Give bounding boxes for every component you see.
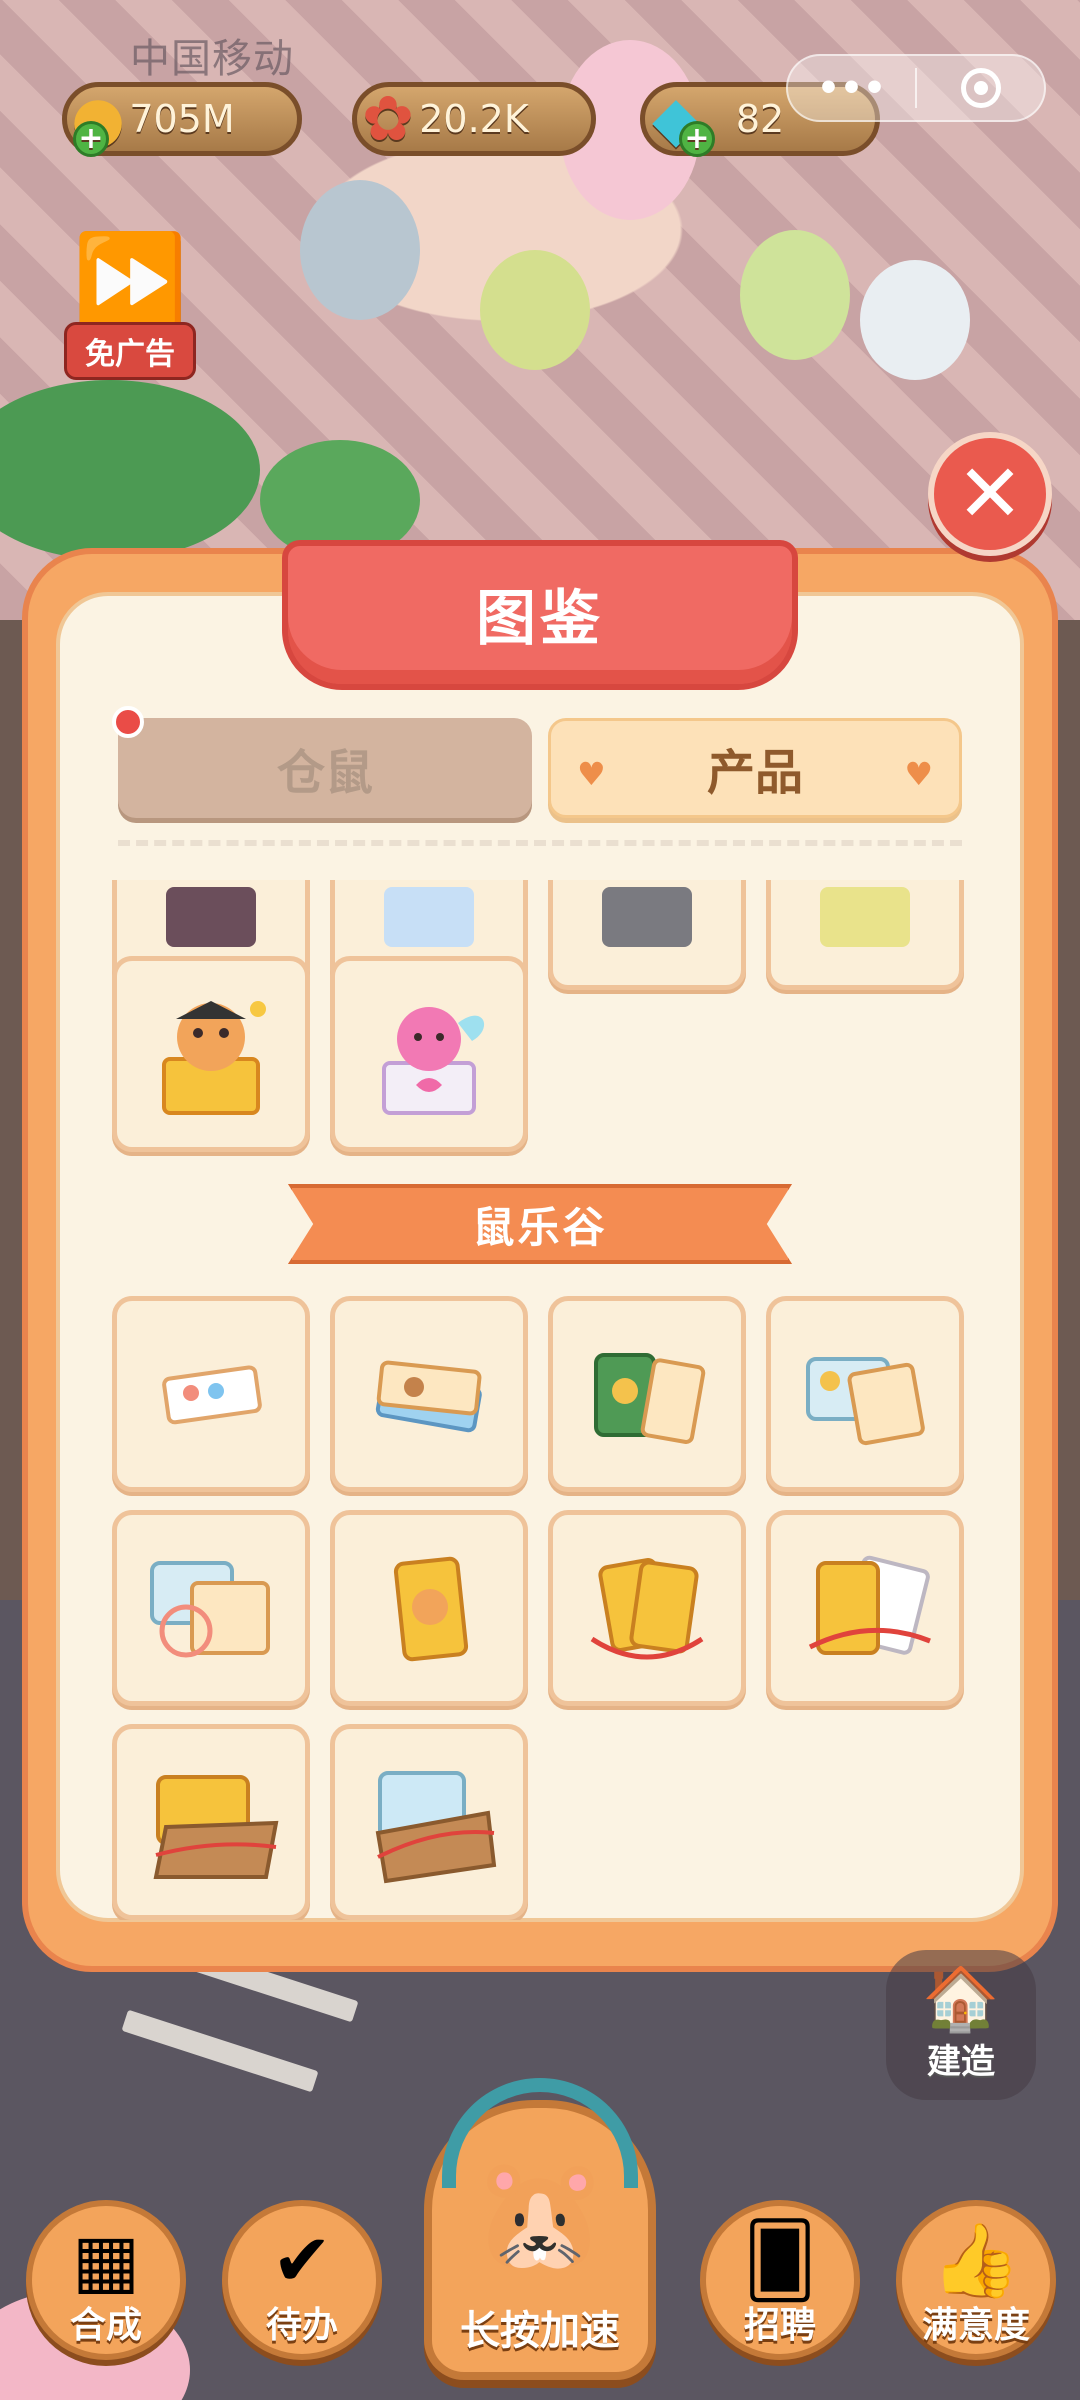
thumbs-up-icon: 👍: [931, 2218, 1021, 2302]
section-title: 鼠乐谷: [472, 1202, 608, 1252]
merge-label: 合成: [69, 2305, 142, 2346]
coin-counter[interactable]: ● + 705M: [62, 82, 302, 157]
clipboard-check-icon: ✔: [271, 2218, 333, 2302]
target-icon: [960, 68, 1001, 108]
product-card[interactable]: [766, 1510, 964, 1706]
golden-card-envelope-icon: [808, 1555, 931, 1655]
tab-product[interactable]: ♥ 产品 ♥: [548, 718, 962, 818]
product-card[interactable]: [548, 1296, 746, 1492]
heart-icon: ♥: [577, 755, 606, 793]
heart-icon: ♥: [904, 755, 933, 793]
envelope-gift-icon: [375, 1771, 497, 1884]
hamster-npc: [300, 180, 420, 320]
product-image: [384, 887, 474, 947]
miniprogram-capsule: •••: [786, 54, 1046, 122]
golden-card-icon: [393, 1556, 469, 1662]
flower-value: 20.2K: [419, 97, 529, 141]
hamster-npc: [860, 260, 970, 380]
ticket-icon: [162, 1365, 262, 1425]
codex-grid: [0, 880, 1080, 1920]
panel-title: 图鉴: [476, 583, 604, 654]
recruit-label: 招聘: [743, 2305, 816, 2346]
title-plate: 图鉴: [282, 540, 798, 690]
recruit-button[interactable]: 🂠 招聘: [700, 2200, 860, 2360]
satisfaction-button[interactable]: 👍 满意度: [896, 2200, 1056, 2360]
todo-label: 待办: [265, 2305, 338, 2346]
house-icon: 🏠: [922, 1961, 1000, 2035]
envelope-gift-icon: [153, 1775, 279, 1879]
satisfaction-label: 满意度: [921, 2305, 1030, 2346]
product-card[interactable]: [548, 880, 746, 990]
product-image: [820, 887, 910, 947]
product-card[interactable]: [330, 1724, 528, 1920]
product-image: [602, 887, 692, 947]
product-card[interactable]: [330, 1296, 528, 1492]
tab-hamster-label: 仓鼠: [276, 745, 373, 801]
close-icon: ✕: [956, 447, 1024, 540]
ticket-icon: [375, 1360, 482, 1433]
hamster-giftbox-icon: [382, 1007, 485, 1115]
ferris-wheel-ticket-icon: [150, 1561, 270, 1658]
cards-icon: 🂠: [743, 2218, 817, 2302]
product-card[interactable]: [112, 956, 310, 1152]
remove-ads-button[interactable]: ⏩ 免广告: [40, 236, 220, 386]
speed-up-label: 长按加速: [460, 2308, 620, 2354]
hamster-npc: [740, 230, 850, 360]
add-gem-icon[interactable]: +: [679, 121, 715, 157]
todo-button[interactable]: ✔ 待办: [222, 2200, 382, 2360]
product-card[interactable]: [112, 1296, 310, 1492]
tab-divider: [118, 840, 962, 846]
clapperboard-icon: ⏩: [72, 228, 188, 335]
build-button[interactable]: 🏠 建造: [886, 1950, 1036, 2100]
product-card[interactable]: [330, 1510, 528, 1706]
close-button[interactable]: ✕: [928, 432, 1052, 556]
hamster-icon: 🐹: [471, 2149, 609, 2277]
product-card[interactable]: [112, 1510, 310, 1706]
checkerboard-icon: ▦: [71, 2218, 141, 2302]
product-card[interactable]: [766, 880, 964, 990]
coin-value: 705M: [129, 97, 235, 141]
speed-up-button[interactable]: 🐹 长按加速: [424, 2078, 656, 2380]
codex-tabs: 仓鼠 ♥ 产品 ♥: [112, 706, 962, 820]
remove-ads-label: 免广告: [64, 322, 196, 380]
tab-product-label: 产品: [706, 745, 803, 801]
product-card[interactable]: [330, 956, 528, 1152]
hamster-npc: [480, 250, 590, 370]
product-card[interactable]: [766, 1296, 964, 1492]
gem-value: 82: [735, 97, 785, 141]
section-ribbon: 鼠乐谷: [288, 1184, 792, 1264]
more-menu-button[interactable]: •••: [788, 68, 915, 109]
product-card[interactable]: [112, 1724, 310, 1920]
exit-miniprogram-button[interactable]: [917, 68, 1044, 108]
flower-icon: ✿: [362, 81, 414, 155]
flower-counter: ✿ 20.2K: [352, 82, 596, 156]
top-hud: 中国移动 ● + 705M ✿ 20.2K ◆ + 82 •••: [0, 0, 1080, 170]
passport-ticket-icon: [594, 1353, 706, 1444]
notification-dot: [112, 706, 144, 738]
merge-button[interactable]: ▦ 合成: [26, 2200, 186, 2360]
more-icon: •••: [816, 67, 887, 109]
passport-ticket-icon: [806, 1357, 925, 1446]
hamster-giftbox-icon: [162, 1001, 266, 1115]
add-coin-icon[interactable]: +: [73, 121, 109, 157]
carrier-label: 中国移动: [130, 36, 294, 82]
tab-hamster[interactable]: 仓鼠: [112, 706, 532, 818]
product-image: [166, 887, 256, 947]
golden-cards-icon: [590, 1558, 704, 1660]
product-card[interactable]: [548, 1510, 746, 1706]
build-label: 建造: [927, 2041, 995, 2082]
